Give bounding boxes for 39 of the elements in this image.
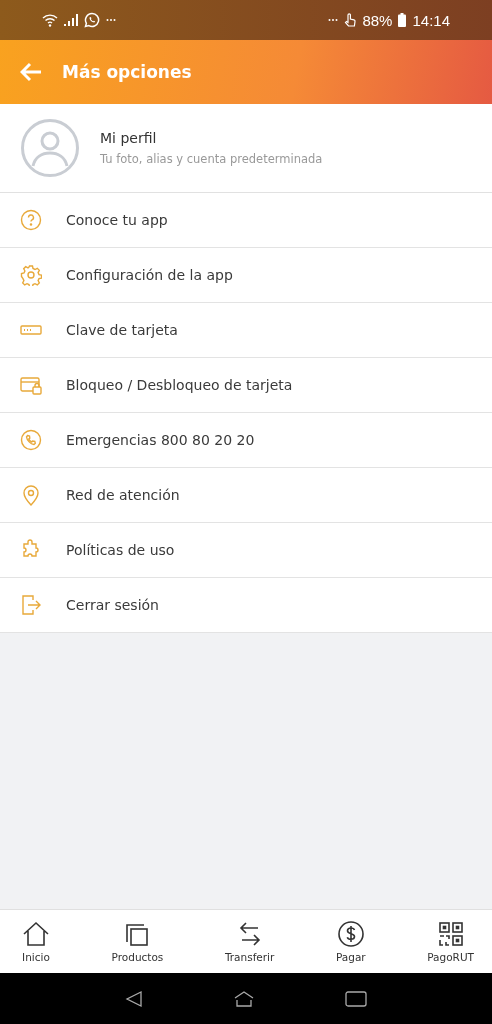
nav-tab[interactable]: Transferir bbox=[224, 920, 275, 963]
clock-time: 14:14 bbox=[412, 11, 450, 29]
menu-item[interactable]: Configuración de la app bbox=[0, 248, 492, 303]
location-pin-icon bbox=[20, 484, 42, 506]
profile-item[interactable]: Mi perfil Tu foto, alias y cuenta predeterminada bbox=[0, 104, 492, 193]
dollar-coin-icon bbox=[336, 920, 365, 948]
back-icon[interactable] bbox=[125, 989, 143, 1008]
phone-icon bbox=[20, 429, 42, 451]
menu-item[interactable]: Clave de tarjeta bbox=[0, 303, 492, 358]
more-icon bbox=[106, 18, 116, 22]
battery-icon bbox=[398, 13, 407, 27]
nav-tab[interactable]: Pagar bbox=[335, 920, 366, 963]
menu-item[interactable]: Políticas de uso bbox=[0, 523, 492, 578]
profile-subtitle: Tu foto, alias y cuenta predeterminada bbox=[100, 152, 323, 166]
nav-tab[interactable]: Productos bbox=[111, 920, 164, 963]
more-icon bbox=[328, 18, 339, 22]
menu-item[interactable]: Conoce tu app bbox=[0, 193, 492, 248]
settings-icon bbox=[20, 264, 42, 286]
signal-icon bbox=[64, 14, 78, 26]
menu-item[interactable]: Bloqueo / Desbloqueo de tarjeta bbox=[0, 358, 492, 413]
menu-item[interactable]: Cerrar sesión bbox=[0, 578, 492, 633]
home-icon[interactable] bbox=[233, 989, 255, 1008]
card-lock-icon bbox=[20, 374, 42, 396]
nav-tab[interactable]: PagoRUT bbox=[427, 920, 474, 963]
avatar-icon bbox=[21, 119, 79, 177]
wifi-icon bbox=[42, 13, 58, 27]
recent-apps-icon[interactable] bbox=[345, 990, 367, 1007]
help-icon bbox=[20, 209, 42, 231]
hand-icon bbox=[344, 12, 357, 28]
screen-title: Más opciones bbox=[62, 62, 192, 82]
qr-code-icon bbox=[436, 920, 465, 948]
logout-icon bbox=[20, 594, 42, 616]
menu-item[interactable]: Red de atención bbox=[0, 468, 492, 523]
chat-icon bbox=[84, 12, 100, 28]
nav-tab[interactable]: Inicio bbox=[22, 920, 50, 963]
battery-percentage: 88% bbox=[362, 11, 393, 29]
home-icon bbox=[22, 920, 50, 948]
profile-title: Mi perfil bbox=[100, 130, 158, 146]
menu-item[interactable]: Emergencias 800 80 20 20 bbox=[0, 413, 492, 468]
